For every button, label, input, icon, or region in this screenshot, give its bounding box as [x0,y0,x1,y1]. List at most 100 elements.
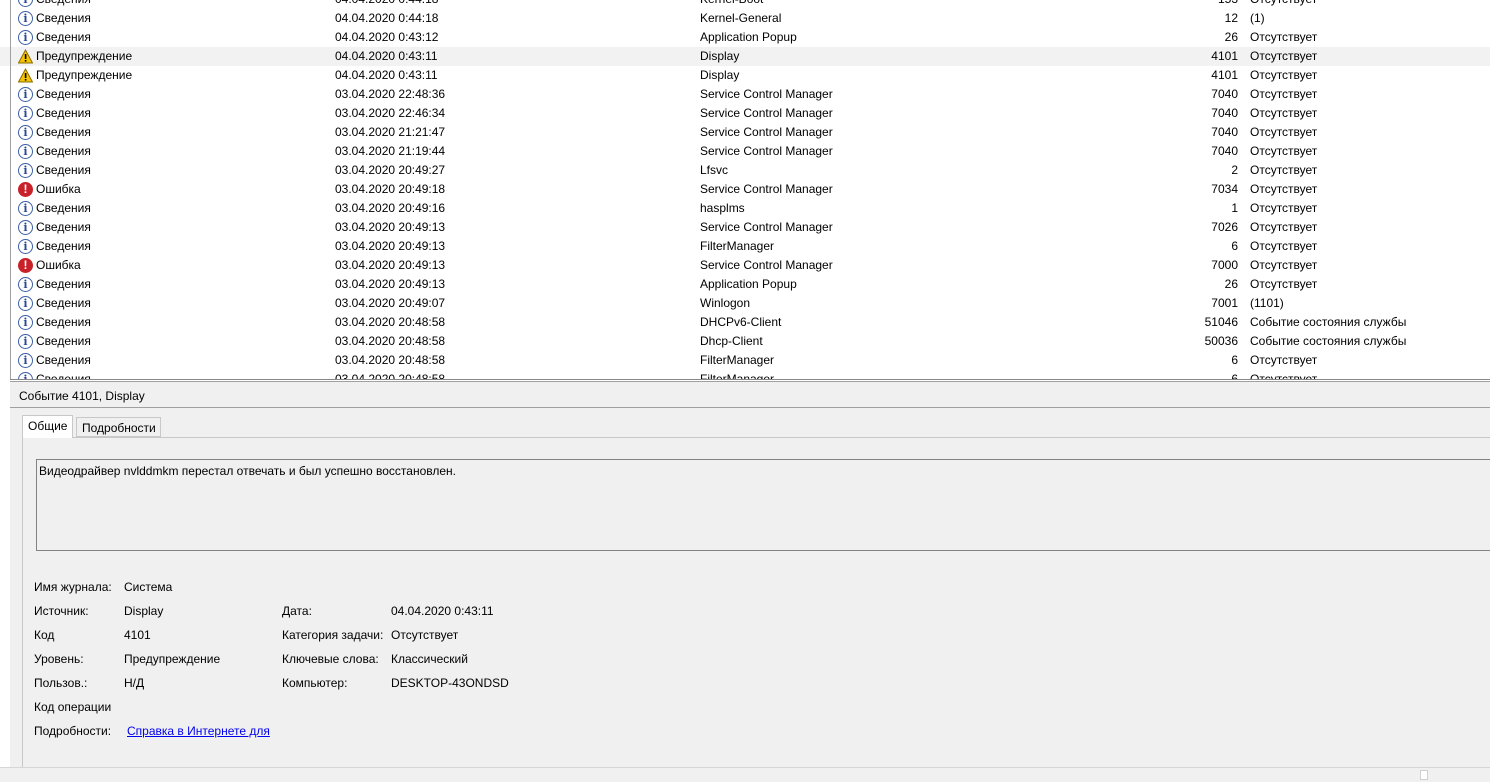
event-row[interactable]: i Сведения 03.04.2020 20:49:16 hasplms 1 Отсу… [0,199,1490,218]
details-body: Общие Подробности Видеодрайвер nvlddmkm … [22,412,1490,774]
event-date: 03.04.2020 20:49:13 [335,258,446,272]
event-task-category: Отсутствует [1250,353,1318,367]
event-level: Ошибка [36,258,81,272]
event-row[interactable]: ! Ошибка 03.04.2020 20:49:13 Service Contro… [0,256,1490,275]
event-message[interactable]: Видеодрайвер nvlddmkm перестал отвечать … [36,459,1490,551]
event-row[interactable]: i Сведения 03.04.2020 20:49:07 Winlogon 7001… [0,294,1490,313]
event-date: 03.04.2020 20:49:18 [335,182,446,196]
online-help-link[interactable]: Справка в Интернете для [127,723,270,739]
info-icon: i [18,220,33,235]
event-source: Lfsvc [700,163,729,177]
event-level: Сведения [36,163,91,177]
event-source: Service Control Manager [700,87,833,101]
event-task-category: Отсутствует [1250,201,1318,215]
event-date: 04.04.2020 0:44:18 [335,11,439,25]
event-source: Application Popup [700,277,797,291]
info-icon: i [18,239,33,254]
event-id: 153 [1140,0,1238,9]
event-date: 03.04.2020 21:19:44 [335,144,446,158]
log-name-label: Имя журнала: [34,580,112,594]
list-splitter[interactable] [10,379,1490,380]
user-label: Пользов.: [34,676,88,690]
event-id: 7040 [1211,106,1238,120]
event-row[interactable]: i Сведения 03.04.2020 22:46:34 Service Cont… [0,104,1490,123]
event-task-category: Отсутствует [1250,49,1318,63]
event-task-category: Отсутствует [1250,277,1318,291]
event-date: 03.04.2020 20:49:07 [335,296,446,310]
event-date: 03.04.2020 20:48:58 [335,315,446,329]
event-row[interactable]: i Сведения 03.04.2020 20:48:58 FilterManage… [0,351,1490,370]
event-source: Display [700,49,740,63]
event-id: 7040 [1211,125,1238,139]
event-row[interactable]: i Сведения 04.04.2020 0:44:18 Kernel-Genera… [0,9,1490,28]
logged-label: Дата: [282,604,312,618]
info-icon: i [18,277,33,292]
event-id: 7026 [1211,220,1238,234]
level-value: Предупреждение [124,652,221,666]
event-id: 7000 [1211,258,1238,272]
event-source: Winlogon [700,296,751,310]
event-source: Kernel-General [700,11,782,25]
warning-icon [17,48,34,64]
event-details-pane: Событие 4101, Display Общие Подробности … [10,381,1490,774]
info-icon: i [18,315,33,330]
event-task-category: Отсутствует [1250,182,1318,196]
event-row[interactable]: Предупреждение 04.04.2020 0:43:11 Display 4… [0,47,1490,66]
event-task-category: Отсутствует [1250,30,1318,44]
event-date: 03.04.2020 20:49:13 [335,220,446,234]
event-row[interactable]: i Сведения 03.04.2020 20:49:13 FilterManage… [0,237,1490,256]
tab-general[interactable]: Общие [22,415,74,438]
event-row[interactable]: i Сведения 03.04.2020 21:19:44 Service Cont… [0,142,1490,161]
event-row[interactable]: i Сведения 03.04.2020 22:48:36 Service Cont… [0,85,1490,104]
event-level: Сведения [36,220,91,234]
event-id: 50036 [1204,334,1238,348]
event-id: 12 [1224,11,1238,25]
event-list: iСведения04.04.2020 0:44:18Kernel-Boot15… [0,0,1490,380]
event-row[interactable]: i Сведения 03.04.2020 20:49:13 Service Cont… [0,218,1490,237]
event-task-category: (1101) [1250,296,1284,310]
event-source: Service Control Manager [700,125,833,139]
event-row[interactable]: ! Ошибка 03.04.2020 20:49:18 Service Contro… [0,180,1490,199]
event-date: 04.04.2020 0:43:12 [335,30,439,44]
event-level: Предупреждение [36,49,133,63]
user-value: Н/Д [124,676,145,690]
event-row[interactable]: i Сведения 03.04.2020 21:21:47 Service Cont… [0,123,1490,142]
info-icon: i [18,296,33,311]
event-row[interactable]: i Сведения 03.04.2020 20:49:13 Application … [0,275,1490,294]
level-label: Уровень: [34,652,84,666]
event-source: Service Control Manager [700,258,833,272]
event-row[interactable]: iСведения 04.04.2020 0:44:18 Kernel-Boot 15… [0,0,1490,9]
event-date: 03.04.2020 20:49:27 [335,163,446,177]
event-source: Service Control Manager [700,144,833,158]
event-source: FilterManager [700,353,775,367]
opcode-label: Код операции [34,700,112,714]
event-source: Application Popup [700,30,797,44]
task-category-label: Категория задачи: [282,628,384,642]
event-source: Display [700,68,740,82]
tab-details[interactable]: Подробности [76,417,161,437]
info-icon: i [18,30,33,45]
event-id: 51046 [1204,315,1238,329]
computer-label: Компьютер: [282,676,348,690]
event-id-value: 4101 [124,628,151,642]
event-row[interactable]: i Сведения 03.04.2020 20:48:58 Dhcp-Client 5… [0,332,1490,351]
event-row[interactable]: i Сведения 03.04.2020 20:49:27 Lfsvc 2 Отсутс… [0,161,1490,180]
source-label: Источник: [34,604,89,618]
event-row[interactable]: i Сведения 03.04.2020 20:48:58 DHCPv6-Clien… [0,313,1490,332]
info-icon: i [18,163,33,178]
info-icon: i [18,11,33,26]
resize-grip[interactable] [1420,770,1428,780]
event-row[interactable]: i Сведения 04.04.2020 0:43:12 Application P… [0,28,1490,47]
event-source: Service Control Manager [700,182,833,196]
info-icon: i [18,353,33,368]
event-row[interactable]: Предупреждение 04.04.2020 0:43:11 Display 4… [0,66,1490,85]
info-icon: i [18,334,33,349]
computer-value: DESKTOP-43ONDSD [391,676,509,690]
info-icon: i [18,87,33,102]
event-task-category: Отсутствует [1250,144,1318,158]
keywords-label: Ключевые слова: [282,652,379,666]
info-icon: i [18,201,33,216]
event-date: 04.04.2020 0:43:11 [335,68,438,82]
event-date: 04.04.2020 0:43:11 [335,49,438,63]
event-task-category: Событие состояния службы [1250,315,1407,329]
